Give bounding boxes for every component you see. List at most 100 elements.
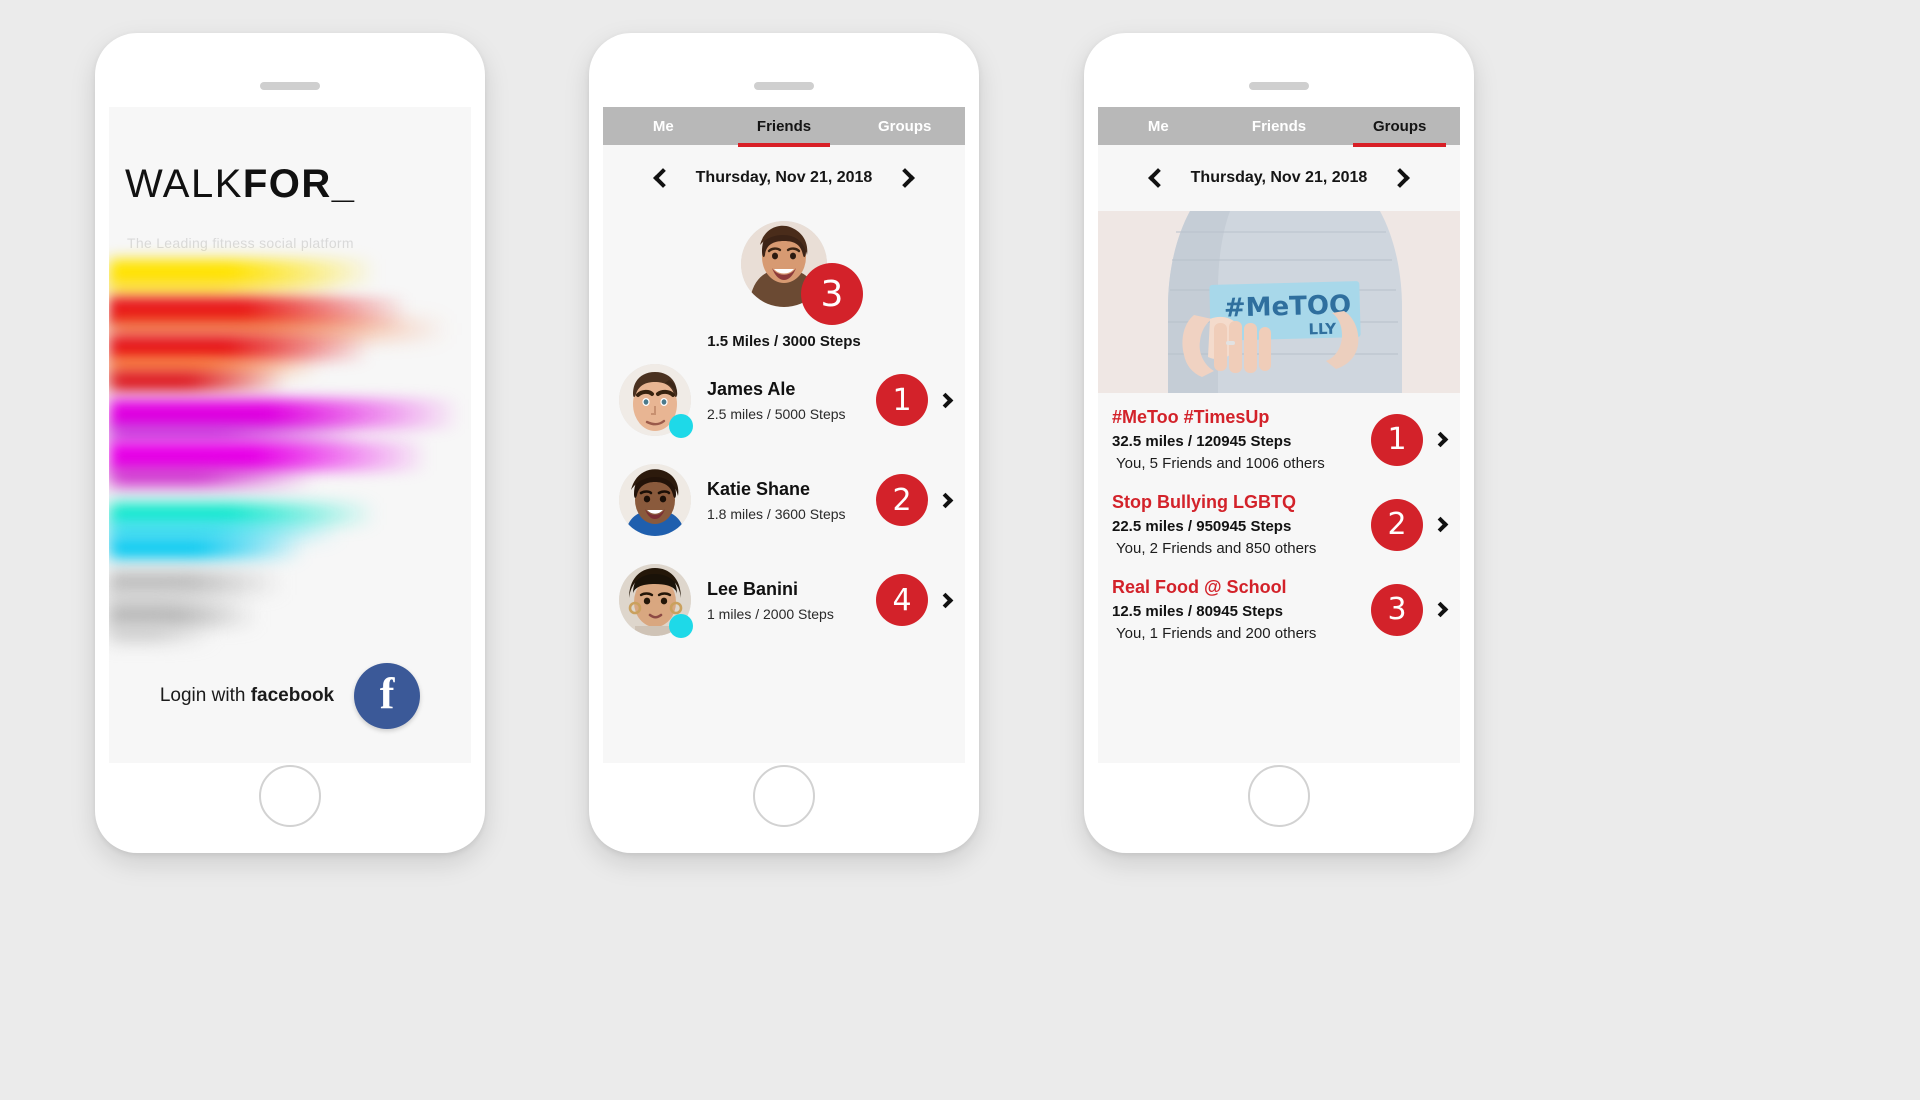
smiling-woman-blue-avatar-art — [619, 464, 691, 536]
date-navigation-friends: Thursday, Nov 21, 2018 — [603, 145, 965, 211]
my-avatar-wrap: 3 — [741, 221, 863, 325]
online-status-dot — [669, 414, 693, 438]
friend-stats: 1 miles / 2000 Steps — [707, 605, 834, 622]
chevron-left-icon[interactable] — [1147, 168, 1168, 188]
friend-info: Katie Shane 1.8 miles / 3600 Steps — [691, 479, 876, 522]
chevron-right-icon[interactable] — [1432, 431, 1449, 448]
friend-avatar-wrap — [619, 464, 691, 536]
my-rank-badge: 3 — [801, 263, 863, 325]
friend-stats: 2.5 miles / 5000 Steps — [707, 405, 846, 422]
group-rank-badge: 2 — [1371, 498, 1423, 551]
group-people: You, 5 Friends and 1006 others — [1116, 455, 1325, 472]
avatar — [619, 464, 691, 536]
friend-name: Lee Banini — [707, 578, 799, 599]
friend-avatar-wrap — [619, 364, 693, 438]
tab-me[interactable]: Me — [603, 107, 724, 145]
phone-home-button[interactable] — [1248, 765, 1310, 827]
gradient-bar — [109, 625, 213, 641]
friends-screen: Me Friends Groups Thursday, Nov 21, 2018 — [603, 107, 965, 763]
my-summary-block: 3 1.5 Miles / 3000 Steps — [603, 211, 965, 350]
gradient-bar — [109, 399, 461, 429]
gradient-bar — [109, 335, 371, 361]
chevron-right-icon[interactable] — [895, 168, 916, 188]
tabbar-groups: Me Friends Groups — [1098, 107, 1460, 147]
phone-speaker — [260, 82, 320, 90]
friend-row[interactable]: James Ale 2.5 miles / 5000 Steps 1 — [603, 350, 965, 450]
group-banner-image: #MeTOO LLY — [1098, 211, 1460, 393]
groups-screen: Me Friends Groups Thursday, Nov 21, 2018 — [1098, 107, 1460, 763]
group-people: You, 1 Friends and 200 others — [1116, 625, 1317, 642]
phone-home-button[interactable] — [259, 765, 321, 827]
login-label: Login with facebook — [160, 685, 334, 707]
tab-groups[interactable]: Groups — [1339, 107, 1460, 147]
gradient-bar — [109, 427, 359, 441]
app-tagline: The Leading fitness social platform — [127, 235, 354, 251]
app-logo: WALKFOR_ — [125, 162, 356, 207]
phone-home-button[interactable] — [753, 765, 815, 827]
my-stats-label: 1.5 Miles / 3000 Steps — [707, 333, 861, 350]
login-screen: WALKFOR_ The Leading fitness social plat… — [109, 107, 471, 763]
logo-text-bold: FOR_ — [242, 162, 356, 206]
group-rank-badge: 1 — [1371, 413, 1423, 466]
phone-speaker — [754, 82, 814, 90]
phone-mockup-groups: Me Friends Groups Thursday, Nov 21, 2018 — [1084, 33, 1474, 853]
date-navigation-groups: Thursday, Nov 21, 2018 — [1098, 145, 1460, 211]
friend-rank-badge: 4 — [876, 574, 928, 626]
svg-text:LLY: LLY — [1308, 320, 1337, 339]
chevron-right-icon[interactable] — [937, 492, 954, 508]
gradient-bar — [109, 441, 429, 471]
facebook-login-button[interactable]: f — [354, 663, 421, 729]
tab-me[interactable]: Me — [1098, 107, 1219, 145]
chevron-right-icon[interactable] — [937, 592, 954, 608]
online-status-dot — [669, 614, 693, 638]
chevron-right-icon[interactable] — [1432, 516, 1449, 533]
group-row[interactable]: Real Food @ School 12.5 miles / 80945 St… — [1098, 563, 1460, 648]
tab-friends[interactable]: Friends — [724, 107, 845, 147]
group-info: Real Food @ School 12.5 miles / 80945 St… — [1112, 577, 1371, 642]
phone-mockup-friends: Me Friends Groups Thursday, Nov 21, 2018 — [589, 33, 979, 853]
tabbar-friends: Me Friends Groups — [603, 107, 965, 147]
friend-name: James Ale — [707, 378, 796, 399]
gradient-bar — [109, 469, 315, 485]
group-info: #MeToo #TimesUp 32.5 miles / 120945 Step… — [1112, 407, 1371, 472]
chevron-left-icon[interactable] — [652, 168, 673, 188]
friend-stats: 1.8 miles / 3600 Steps — [707, 505, 846, 522]
friend-info: Lee Banini 1 miles / 2000 Steps — [691, 579, 876, 622]
facebook-login-row[interactable]: Login with facebook f — [109, 663, 471, 729]
group-stats: 12.5 miles / 80945 Steps — [1112, 603, 1283, 620]
login-brand-text: facebook — [250, 685, 335, 706]
gradient-motion-bars — [109, 259, 471, 649]
friend-avatar-wrap — [619, 564, 693, 638]
gradient-bar — [109, 571, 285, 595]
current-date-label: Thursday, Nov 21, 2018 — [695, 169, 873, 186]
chevron-right-icon[interactable] — [1390, 168, 1411, 188]
login-prefix-text: Login with — [159, 685, 246, 706]
tab-groups[interactable]: Groups — [844, 107, 965, 145]
current-date-label: Thursday, Nov 21, 2018 — [1190, 169, 1368, 186]
group-people: You, 2 Friends and 850 others — [1116, 540, 1317, 557]
logo-text-light: WALK — [125, 162, 243, 206]
group-info: Stop Bullying LGBTQ 22.5 miles / 950945 … — [1112, 492, 1371, 557]
friend-row[interactable]: Katie Shane 1.8 miles / 3600 Steps 2 — [603, 450, 965, 550]
group-stats: 22.5 miles / 950945 Steps — [1112, 518, 1292, 535]
gradient-bar — [109, 503, 377, 525]
chevron-right-icon[interactable] — [1432, 601, 1449, 618]
phone-mockup-login: WALKFOR_ The Leading fitness social plat… — [95, 33, 485, 853]
gradient-bar — [109, 537, 305, 559]
group-row[interactable]: #MeToo #TimesUp 32.5 miles / 120945 Step… — [1098, 393, 1460, 478]
person-holding-metoo-sign-photo-art: #MeTOO LLY — [1098, 211, 1460, 393]
phone-speaker — [1249, 82, 1309, 90]
friend-rank-badge: 1 — [876, 374, 928, 426]
friend-name: Katie Shane — [707, 478, 811, 499]
gradient-bar — [109, 283, 345, 297]
group-title: #MeToo #TimesUp — [1112, 407, 1270, 427]
gradient-bar — [109, 371, 287, 391]
friend-row[interactable]: Lee Banini 1 miles / 2000 Steps 4 — [603, 550, 965, 650]
friend-rank-badge: 2 — [876, 474, 928, 526]
tab-friends[interactable]: Friends — [1219, 107, 1340, 145]
group-title: Stop Bullying LGBTQ — [1112, 492, 1296, 512]
svg-text:#MeTOO: #MeTOO — [1224, 290, 1352, 323]
chevron-right-icon[interactable] — [937, 392, 954, 408]
group-title: Real Food @ School — [1112, 577, 1287, 597]
group-row[interactable]: Stop Bullying LGBTQ 22.5 miles / 950945 … — [1098, 478, 1460, 563]
